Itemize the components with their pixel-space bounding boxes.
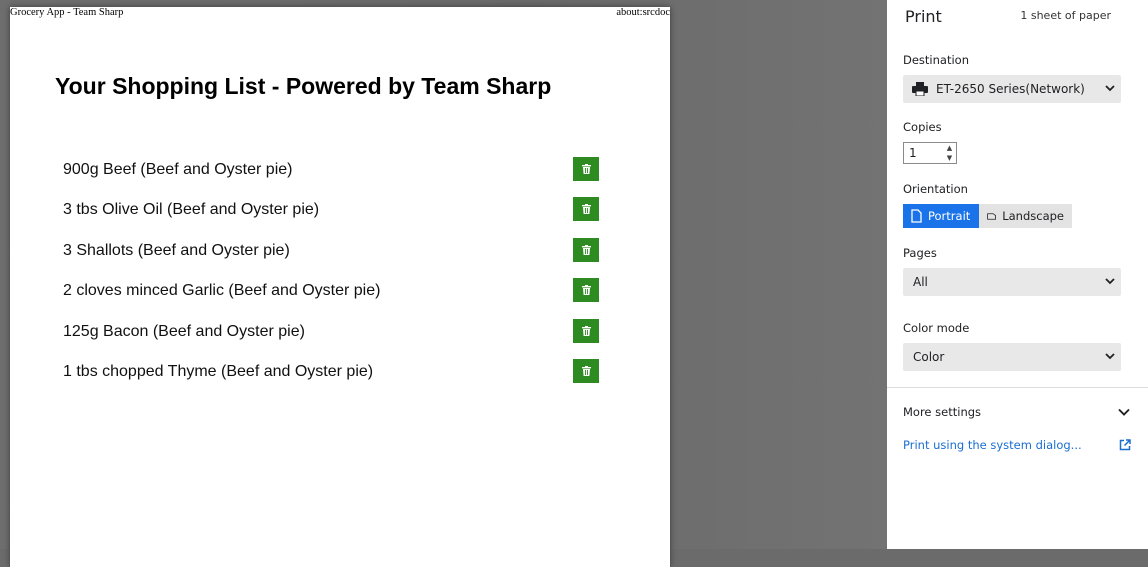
- orientation-toggle: Portrait Landscape: [903, 204, 1072, 228]
- list-item: 3 Shallots (Beef and Oyster pie): [63, 237, 603, 278]
- copies-label: Copies: [903, 120, 942, 134]
- list-item: 1 tbs chopped Thyme (Beef and Oyster pie…: [63, 358, 603, 399]
- delete-button[interactable]: [573, 278, 599, 303]
- divider: [887, 387, 1148, 388]
- more-settings-toggle[interactable]: More settings: [903, 405, 981, 419]
- open-external-icon[interactable]: [1119, 439, 1131, 451]
- chevron-down-icon: [1105, 353, 1115, 360]
- list-item-label: 900g Beef (Beef and Oyster pie): [63, 161, 293, 178]
- trash-icon: [581, 164, 591, 174]
- trash-icon: [581, 325, 591, 336]
- system-dialog-link[interactable]: Print using the system dialog...: [903, 438, 1082, 452]
- pages-label: Pages: [903, 246, 937, 260]
- color-mode-value: Color: [913, 350, 945, 364]
- orientation-label: Orientation: [903, 182, 968, 196]
- list-item: 125g Bacon (Beef and Oyster pie): [63, 318, 603, 359]
- print-title: Print: [905, 7, 942, 26]
- pages-value: All: [913, 275, 928, 289]
- page-header-url: about:srcdoc: [616, 7, 670, 18]
- portrait-button[interactable]: Portrait: [903, 204, 979, 228]
- sheet-count: 1 sheet of paper: [1020, 9, 1111, 22]
- delete-button[interactable]: [573, 318, 599, 343]
- list-item-label: 2 cloves minced Garlic (Beef and Oyster …: [63, 282, 381, 300]
- landscape-label: Landscape: [1002, 209, 1064, 223]
- increment-icon[interactable]: ▲: [944, 144, 955, 152]
- list-item: 2 cloves minced Garlic (Beef and Oyster …: [63, 278, 603, 318]
- list-item-label: 3 tbs Olive Oil (Beef and Oyster pie): [63, 201, 320, 219]
- print-preview-area: Grocery App - Team Sharp about:srcdoc Yo…: [0, 0, 887, 567]
- portrait-label: Portrait: [928, 209, 971, 223]
- destination-select[interactable]: ET-2650 Series(Network): [903, 75, 1121, 103]
- list-item-label: 125g Bacon (Beef and Oyster pie): [63, 322, 305, 340]
- delete-button[interactable]: [573, 358, 599, 383]
- color-mode-label: Color mode: [903, 321, 970, 335]
- pages-select[interactable]: All: [903, 268, 1121, 296]
- copies-stepper[interactable]: ▲ ▼: [944, 144, 955, 162]
- list-item-label: 1 tbs chopped Thyme (Beef and Oyster pie…: [63, 362, 374, 380]
- delete-button[interactable]: [573, 237, 599, 262]
- copies-input[interactable]: 1 ▲ ▼: [903, 142, 957, 164]
- delete-button[interactable]: [573, 157, 599, 181]
- decrement-icon[interactable]: ▼: [944, 154, 955, 162]
- list-item: 900g Beef (Beef and Oyster pie): [63, 157, 603, 197]
- destination-label: Destination: [903, 53, 969, 67]
- print-settings-panel: Print 1 sheet of paper Destination ET-26…: [887, 0, 1148, 549]
- preview-page: Grocery App - Team Sharp about:srcdoc Yo…: [10, 7, 670, 567]
- trash-icon: [581, 204, 591, 215]
- color-mode-select[interactable]: Color: [903, 343, 1121, 371]
- delete-button[interactable]: [573, 197, 599, 222]
- page-title: Your Shopping List - Powered by Team Sha…: [55, 73, 552, 99]
- portrait-page-icon: [911, 209, 922, 223]
- destination-value: ET-2650 Series(Network): [936, 82, 1085, 96]
- shopping-list: 900g Beef (Beef and Oyster pie) 3 tbs Ol…: [63, 157, 603, 399]
- list-item-label: 3 Shallots (Beef and Oyster pie): [63, 241, 290, 259]
- copies-value: 1: [909, 146, 917, 160]
- chevron-down-icon[interactable]: [1118, 406, 1130, 418]
- printer-icon: [912, 82, 928, 96]
- landscape-page-icon: [987, 212, 997, 220]
- trash-icon: [581, 365, 591, 376]
- landscape-button[interactable]: Landscape: [979, 204, 1072, 228]
- chevron-down-icon: [1105, 278, 1115, 285]
- list-item: 3 tbs Olive Oil (Beef and Oyster pie): [63, 197, 603, 237]
- trash-icon: [581, 285, 591, 296]
- chevron-down-icon: [1105, 85, 1115, 92]
- page-header-title: Grocery App - Team Sharp: [10, 7, 124, 18]
- trash-icon: [581, 244, 591, 255]
